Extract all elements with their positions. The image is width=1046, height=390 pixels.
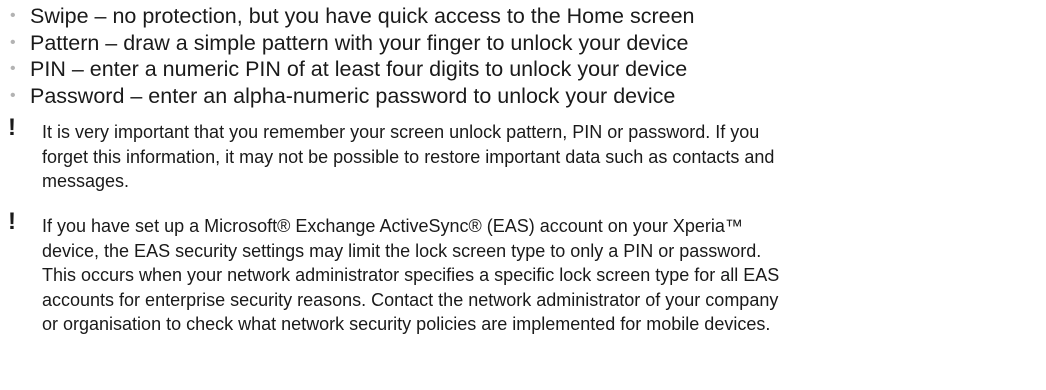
- lock-type-label: Password – enter an alpha-numeric passwo…: [30, 83, 676, 108]
- note-line: or organisation to check what network se…: [42, 314, 771, 334]
- bullet-icon: •: [10, 33, 16, 51]
- exclamation-icon: !: [8, 114, 16, 141]
- lock-type-label: Swipe – no protection, but you have quic…: [30, 4, 695, 28]
- note-text: If you have set up a Microsoft® Exchange…: [42, 214, 779, 337]
- note-line: This occurs when your network administra…: [42, 265, 780, 285]
- bullet-icon: •: [10, 86, 16, 104]
- note-line: device, the EAS security settings may li…: [42, 240, 762, 261]
- note-line: accounts for enterprise security reasons…: [42, 289, 779, 310]
- note-line: If you have set up a Microsoft® Exchange…: [42, 216, 743, 236]
- note-text: It is very important that you remember y…: [42, 120, 774, 194]
- bullet-icon: •: [10, 60, 16, 77]
- exclamation-icon: !: [8, 208, 16, 235]
- lock-type-label: PIN – enter a numeric PIN of at least fo…: [30, 57, 688, 81]
- bullet-icon: •: [10, 7, 16, 24]
- note-line: forget this information, it may not be p…: [42, 146, 775, 167]
- note-line: It is very important that you remember y…: [42, 122, 760, 142]
- lock-type-label: Pattern – draw a simple pattern with you…: [30, 30, 689, 55]
- note-line: messages.: [42, 171, 130, 191]
